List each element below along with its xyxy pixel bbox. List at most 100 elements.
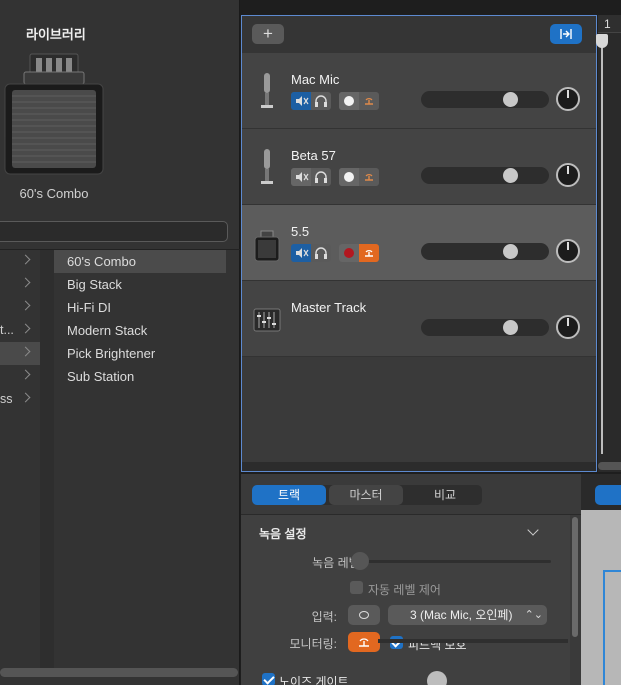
preset-item-selected[interactable]: 60's Combo <box>54 250 226 273</box>
amp-panel-frame <box>603 570 621 685</box>
preset-label: Pick Brightener <box>67 346 156 361</box>
input-monitor-button[interactable] <box>359 244 379 262</box>
mute-button[interactable] <box>291 168 311 186</box>
smart-controls-area <box>581 474 621 685</box>
track-name: Beta 57 <box>291 148 336 163</box>
chevron-right-icon <box>20 369 31 380</box>
input-monitor-button[interactable] <box>359 168 379 186</box>
volume-slider[interactable] <box>421 319 549 336</box>
scrollbar-thumb[interactable] <box>572 517 578 637</box>
chevron-right-icon <box>20 300 31 311</box>
playhead-handle[interactable] <box>596 34 608 48</box>
noise-gate-checkbox[interactable] <box>262 673 275 685</box>
chevron-right-icon <box>20 254 31 265</box>
category-row[interactable] <box>0 365 40 388</box>
library-horizontal-scrollbar[interactable] <box>0 668 238 677</box>
headphones-icon <box>315 171 327 183</box>
inspector-scrollbar[interactable] <box>570 515 581 685</box>
speaker-muted-icon <box>296 248 309 258</box>
mute-button[interactable] <box>291 92 311 110</box>
playhead[interactable] <box>596 34 608 454</box>
record-enable-button[interactable] <box>339 92 359 110</box>
tab-master[interactable]: 마스터 <box>329 485 403 505</box>
tab-compare[interactable]: 비교 <box>408 485 482 505</box>
pan-knob[interactable] <box>556 87 580 111</box>
chevron-right-icon <box>20 346 31 357</box>
preset-item[interactable]: Pick Brightener <box>54 342 226 365</box>
input-monitor-button[interactable] <box>359 92 379 110</box>
preset-item[interactable]: Hi-Fi DI <box>54 296 226 319</box>
category-row[interactable]: t... <box>0 319 40 342</box>
tracks-toolbar: + <box>242 16 596 53</box>
record-dot-icon <box>344 248 354 258</box>
track-row[interactable]: Mac Mic <box>242 53 596 129</box>
smart-tempo-button[interactable] <box>550 24 582 44</box>
chevron-updown-icon: ⌃⌄ <box>524 609 543 621</box>
volume-knob[interactable] <box>503 244 518 259</box>
category-label: ss <box>0 392 13 406</box>
amp-controls-preview <box>581 510 621 685</box>
category-row[interactable]: ss <box>0 388 40 411</box>
record-level-label: 녹음 레벨: <box>312 556 363 570</box>
chevron-right-icon <box>20 323 31 334</box>
add-track-button[interactable]: + <box>252 24 284 44</box>
noise-gate-slider[interactable] <box>378 639 568 643</box>
timeline-ruler[interactable]: 1 <box>598 15 621 33</box>
preset-label: Big Stack <box>67 277 122 292</box>
volume-knob[interactable] <box>503 320 518 335</box>
input-format-button[interactable] <box>348 605 380 625</box>
track-row-selected[interactable]: 5.5 <box>242 205 596 281</box>
library-title: 라이브러리 <box>26 27 86 42</box>
monitor-waves-icon <box>365 174 373 181</box>
pan-knob[interactable] <box>556 315 580 339</box>
auto-level-checkbox[interactable] <box>350 581 363 594</box>
category-label: t... <box>0 323 14 337</box>
timeline-scrollbar[interactable] <box>598 462 621 470</box>
monitoring-button[interactable] <box>348 632 380 652</box>
volume-slider[interactable] <box>421 167 549 184</box>
solo-button[interactable] <box>311 168 331 186</box>
volume-slider[interactable] <box>421 243 549 260</box>
tab-track[interactable]: 트랙 <box>252 485 326 505</box>
mute-solo-group <box>291 244 331 262</box>
record-dot-icon <box>344 172 354 182</box>
timeline-area: 1 <box>596 15 621 472</box>
category-row[interactable] <box>0 296 40 319</box>
record-monitor-group <box>339 168 379 186</box>
library-search-field[interactable] <box>0 221 228 242</box>
record-enable-button[interactable] <box>339 244 359 262</box>
preset-item[interactable]: Sub Station <box>54 365 226 388</box>
preset-label: Modern Stack <box>67 323 148 338</box>
library-panel: 라이브러리 60's Combo t... ss 60's Combo Big … <box>0 0 240 685</box>
selected-preset-name: 60's Combo <box>19 186 89 201</box>
preset-label: Hi-Fi DI <box>67 300 112 315</box>
pan-knob[interactable] <box>556 163 580 187</box>
solo-button[interactable] <box>311 92 331 110</box>
noise-gate-knob[interactable] <box>427 671 447 685</box>
controls-toggle-button[interactable] <box>595 485 621 505</box>
chevron-down-icon[interactable] <box>527 524 539 536</box>
mute-button[interactable] <box>291 244 311 262</box>
preset-label: Sub Station <box>67 369 135 384</box>
input-select[interactable]: 3 (Mac Mic, 오인페) ⌃⌄ <box>388 605 547 625</box>
master-track-row[interactable]: Master Track <box>242 281 596 357</box>
headphones-icon <box>315 247 327 259</box>
tracks-horizontal-scrollbar[interactable] <box>242 462 596 471</box>
category-row-selected[interactable] <box>0 342 40 365</box>
volume-knob[interactable] <box>503 92 518 107</box>
smart-tempo-icon <box>560 29 572 39</box>
volume-slider[interactable] <box>421 91 549 108</box>
record-enable-button[interactable] <box>339 168 359 186</box>
preset-item[interactable]: Modern Stack <box>54 319 226 342</box>
category-row[interactable] <box>0 273 40 296</box>
record-level-knob[interactable] <box>351 552 369 570</box>
record-level-slider[interactable] <box>357 560 551 563</box>
solo-button[interactable] <box>311 244 331 262</box>
headphones-icon <box>315 95 327 107</box>
category-row[interactable] <box>0 250 40 273</box>
pan-knob[interactable] <box>556 239 580 263</box>
monitor-waves-icon <box>365 250 373 257</box>
preset-item[interactable]: Big Stack <box>54 273 226 296</box>
volume-knob[interactable] <box>503 168 518 183</box>
track-row[interactable]: Beta 57 <box>242 129 596 205</box>
